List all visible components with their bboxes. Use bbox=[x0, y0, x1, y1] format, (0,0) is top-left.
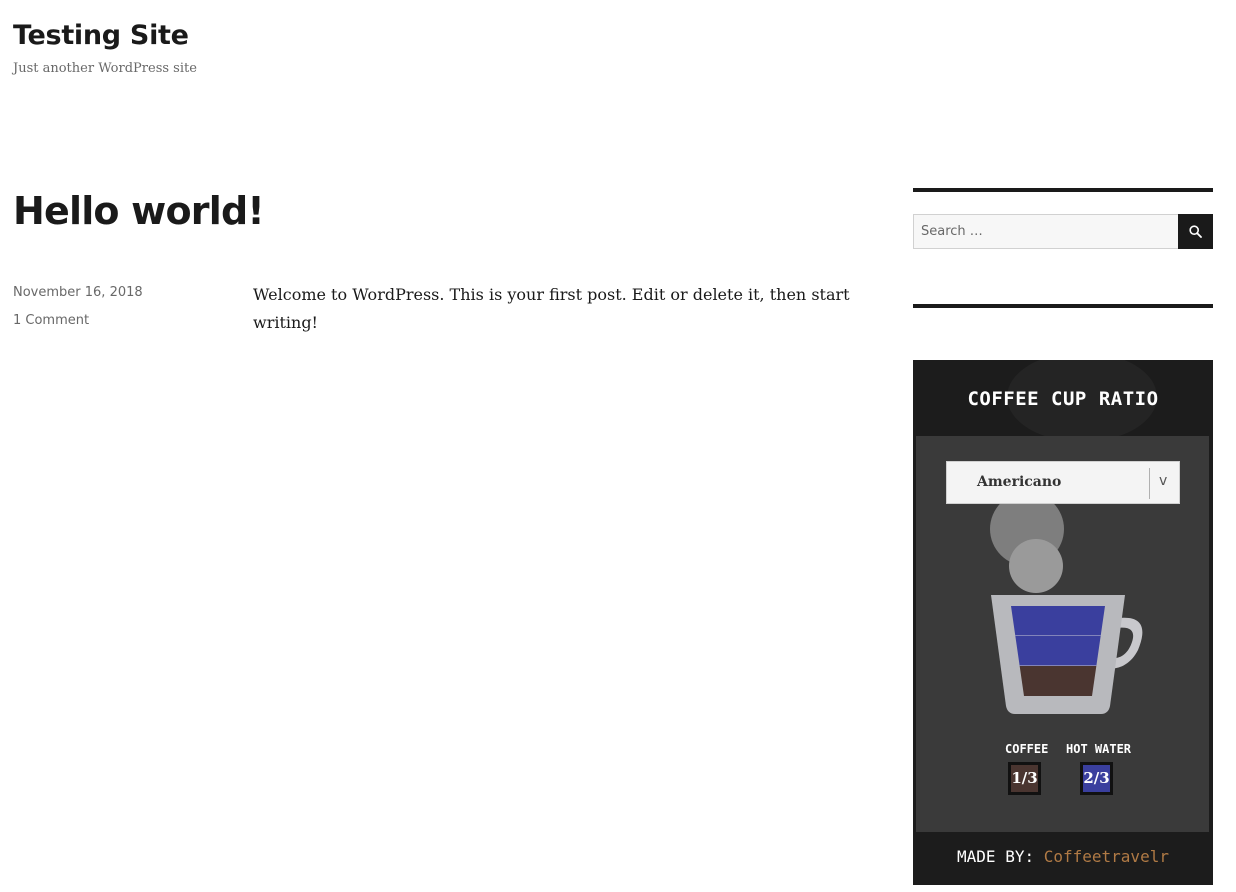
ratio-badge-coffee: 1/3 bbox=[1008, 762, 1041, 795]
legend-label-coffee: COFFEE bbox=[1005, 742, 1049, 756]
post-comments-link[interactable]: 1 Comment bbox=[13, 313, 89, 328]
footer-prefix: MADE BY: bbox=[957, 847, 1035, 866]
chevron-down-icon: v bbox=[1159, 473, 1168, 489]
cup-layer-hot-water bbox=[1011, 606, 1105, 636]
ratio-badge-hot-water: 2/3 bbox=[1080, 762, 1113, 795]
post-date-link[interactable]: November 16, 2018 bbox=[13, 285, 143, 300]
select-divider bbox=[1149, 468, 1150, 499]
search-form bbox=[913, 214, 1213, 249]
post-content-line: writing! bbox=[253, 313, 318, 332]
search-input[interactable] bbox=[913, 214, 1178, 249]
widget-title: COFFEE CUP RATIO bbox=[967, 388, 1159, 410]
post-content: Welcome to WordPress. This is your first… bbox=[253, 281, 853, 337]
steam-puff-small bbox=[1009, 539, 1063, 593]
footer-author-link[interactable]: Coffeetravelr bbox=[1044, 847, 1169, 866]
search-button[interactable] bbox=[1178, 214, 1213, 249]
post-content-line: Welcome to WordPress. This is your first… bbox=[253, 285, 850, 304]
drink-select-value: Americano bbox=[977, 474, 1062, 490]
cup-layer-hot-water bbox=[1015, 636, 1101, 666]
site-title[interactable]: Testing Site bbox=[13, 20, 189, 51]
coffee-ratio-widget: COFFEE CUP RATIO Americano v COFFEE HOT … bbox=[913, 360, 1213, 885]
legend-label-hot-water: HOT WATER bbox=[1066, 742, 1132, 756]
widget-footer: MADE BY: Coffeetravelr bbox=[913, 847, 1213, 866]
drink-select[interactable]: Americano v bbox=[946, 461, 1180, 504]
widget-panel: Americano v COFFEE HOT WATER 1/3 2/3 bbox=[916, 436, 1209, 832]
site-description: Just another WordPress site bbox=[13, 61, 197, 76]
sidebar-divider bbox=[913, 188, 1213, 192]
cup-layer-coffee bbox=[1019, 666, 1097, 696]
post-title: Hello world! bbox=[13, 189, 265, 233]
sidebar-divider bbox=[913, 304, 1213, 308]
